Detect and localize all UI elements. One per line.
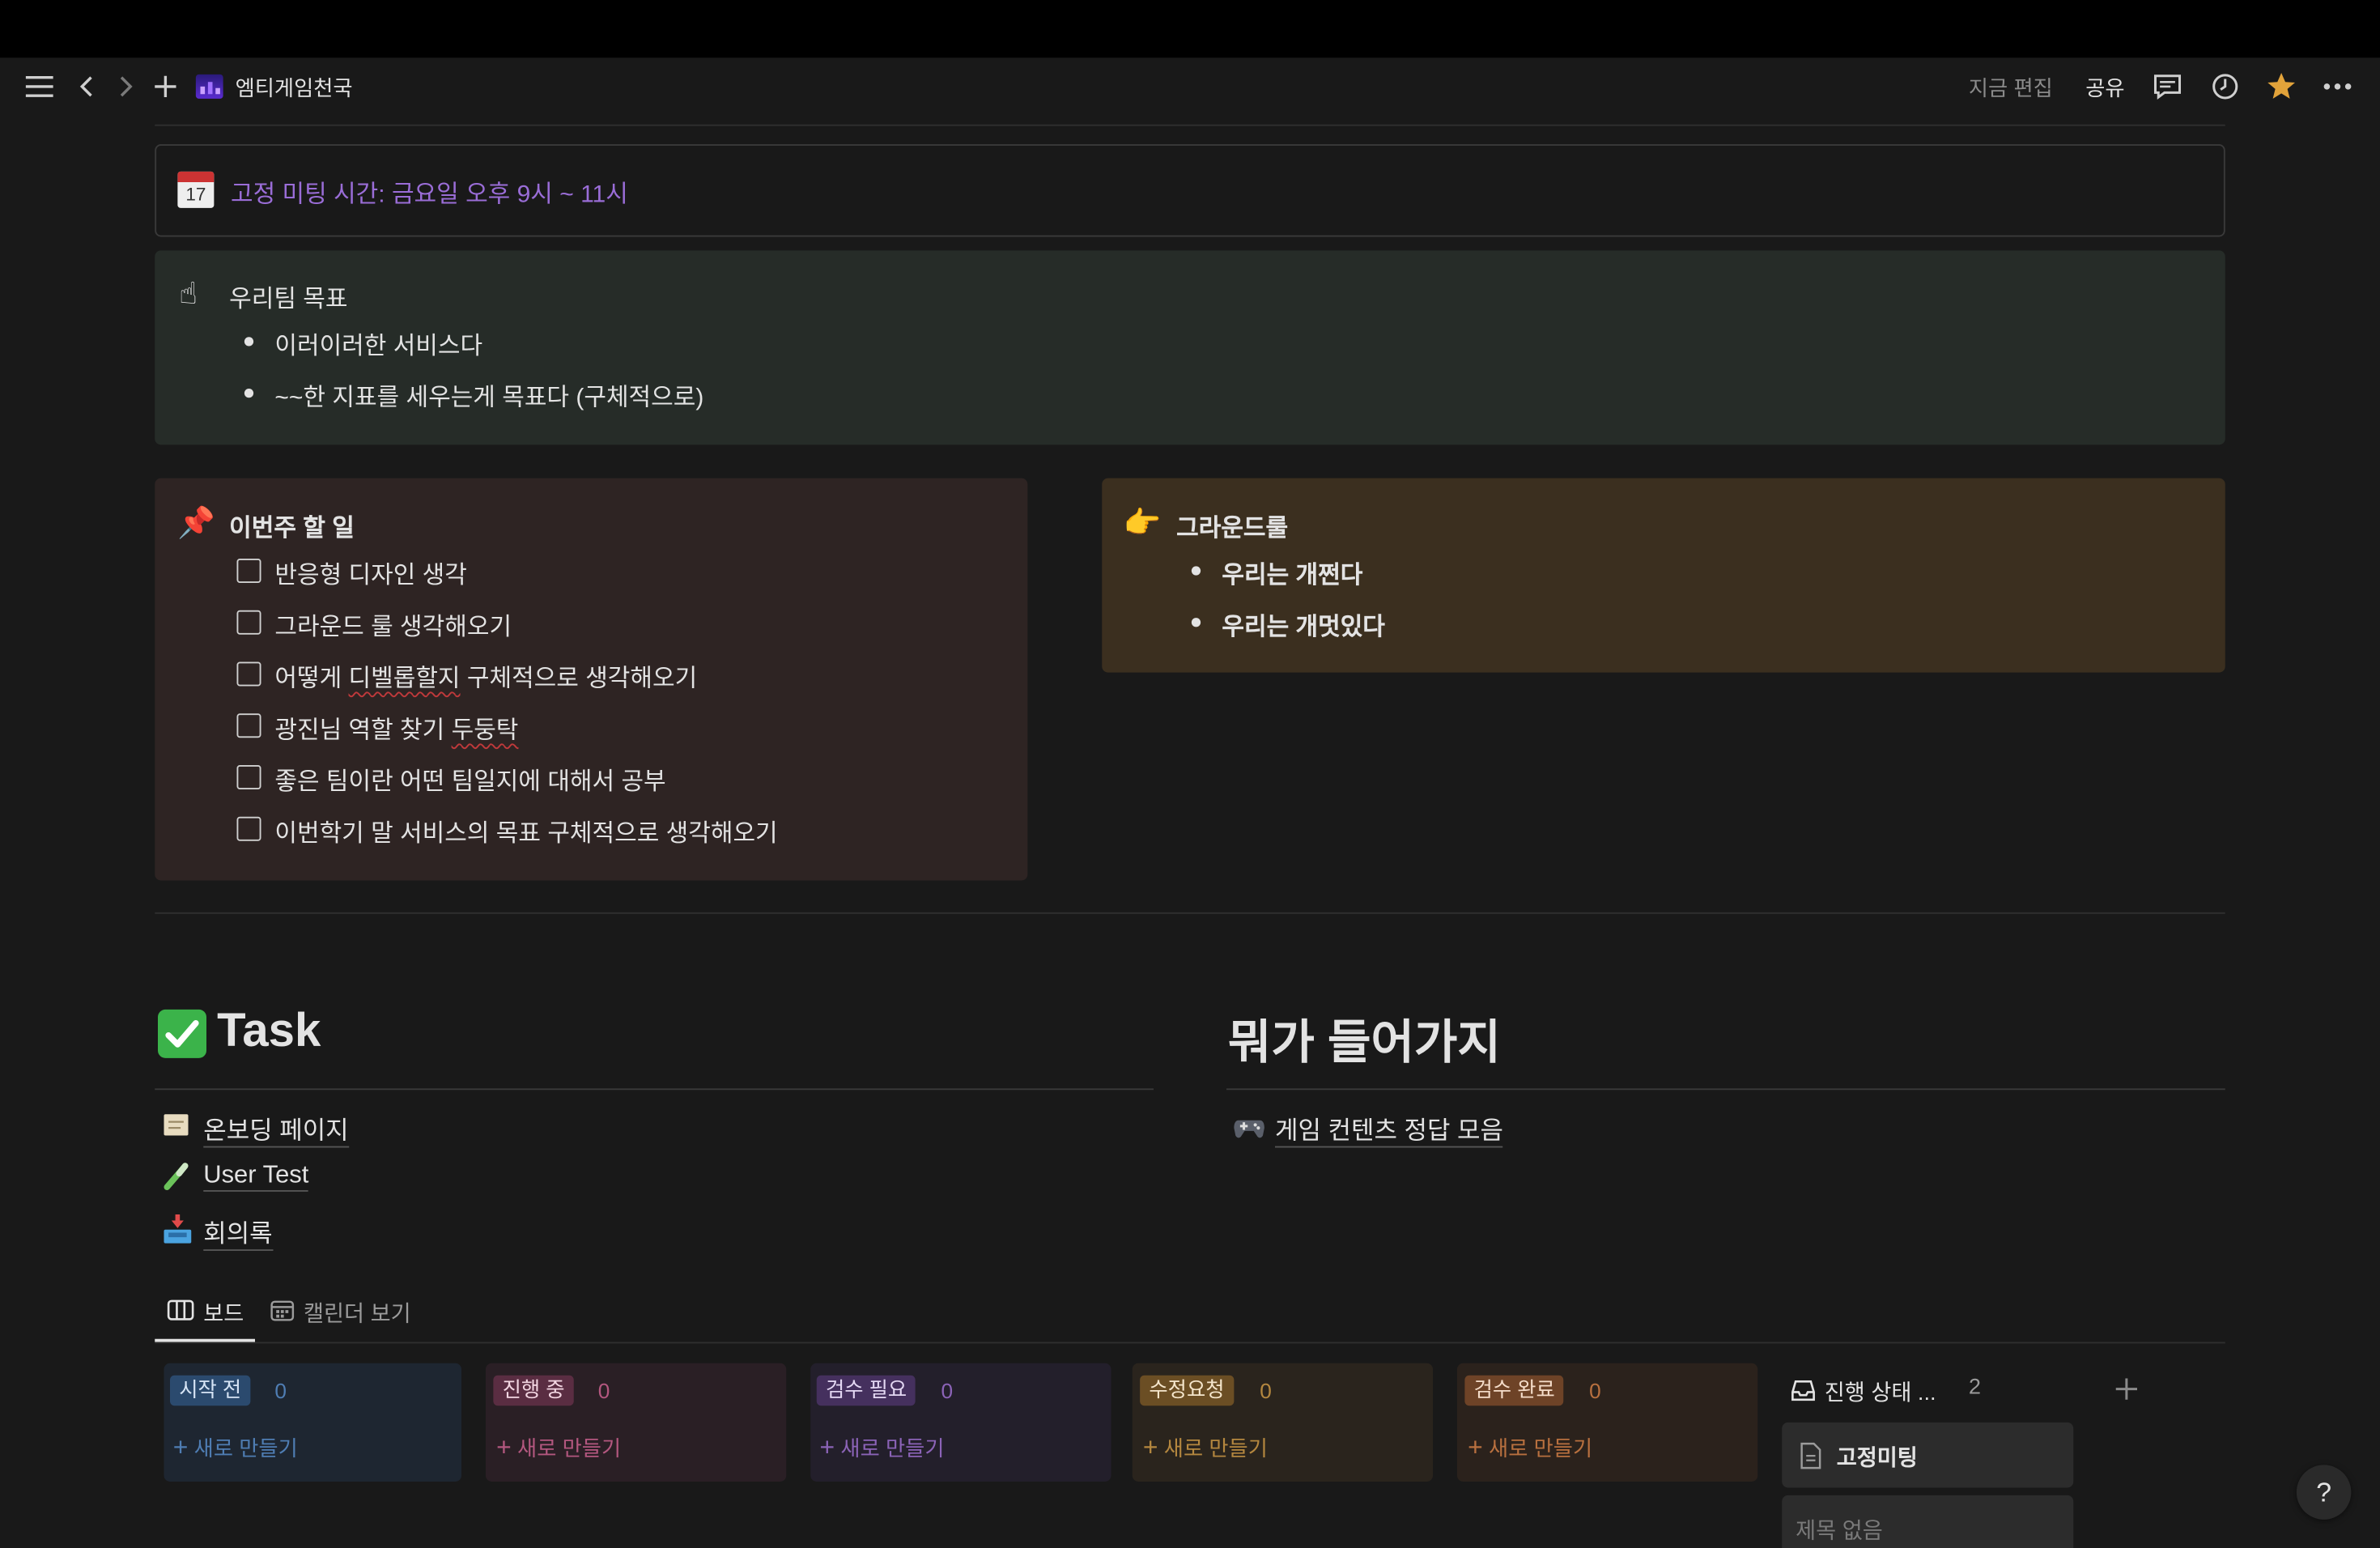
window-chrome: [0, 0, 2380, 58]
todo-item[interactable]: 광진님 역할 찾기 두둥탁: [274, 709, 518, 746]
ground-rule-item: 우리는 개멋있다: [1222, 615, 1385, 641]
add-group-icon[interactable]: [2110, 1372, 2143, 1406]
column-count: 0: [941, 1378, 954, 1403]
tabs-divider: [155, 1342, 2225, 1344]
card-title[interactable]: 고정미팅: [1837, 1440, 1918, 1472]
todo-item[interactable]: 반응형 디자인 생각: [274, 554, 466, 590]
inbox-icon: [1790, 1377, 1817, 1405]
clock-icon[interactable]: [2208, 57, 2242, 115]
more-icon[interactable]: [2319, 57, 2356, 115]
bullet-icon: [1191, 618, 1201, 627]
page-icon: [1799, 1442, 1823, 1469]
menu-icon[interactable]: [21, 57, 57, 115]
todo-checkbox[interactable]: [236, 765, 261, 789]
column-count: 0: [1260, 1378, 1272, 1403]
tab-board[interactable]: 보드: [203, 1296, 244, 1328]
pushpin-icon: 📌: [177, 504, 216, 541]
breadcrumb-title[interactable]: 엠티게임천국: [236, 73, 353, 104]
calendar-view-icon: [270, 1299, 295, 1322]
page-link-onboarding[interactable]: 온보딩 페이지: [203, 1110, 349, 1148]
notion-window: 엠티게임천국 지금 편집 공유 17 고정 미팅 시간: 금요일 오후 9시 ~…: [0, 0, 2380, 1548]
game-controller-icon: [1233, 1112, 1266, 1142]
hidden-group-label[interactable]: 진행 상태 ...: [1825, 1376, 1936, 1407]
weekly-todo-title: 이번주 할 일: [229, 516, 355, 542]
page-link-game-answers[interactable]: 게임 컨텐츠 정답 모음: [1275, 1110, 1503, 1148]
share-button[interactable]: 공유: [2085, 73, 2124, 104]
inbox-tray-icon: [161, 1213, 194, 1246]
ground-rules-title: 그라운드룰: [1176, 516, 1289, 542]
status-badge[interactable]: 진행 중: [493, 1375, 574, 1406]
card-title[interactable]: 제목 없음: [1796, 1513, 1883, 1545]
page-link-minutes[interactable]: 회의록: [203, 1213, 273, 1251]
new-card-button[interactable]: + 새로 만들기: [173, 1433, 298, 1464]
column-count: 0: [597, 1378, 610, 1403]
add-page-icon[interactable]: [151, 57, 181, 115]
status-badge[interactable]: 시작 전: [170, 1375, 251, 1406]
new-card-button[interactable]: + 새로 만들기: [820, 1433, 945, 1464]
bullet-icon: [244, 337, 254, 347]
status-badge[interactable]: 수정요청: [1140, 1375, 1234, 1406]
back-icon[interactable]: [73, 57, 100, 115]
forward-icon[interactable]: [113, 57, 140, 115]
new-card-button[interactable]: + 새로 만들기: [496, 1433, 621, 1464]
todo-checkbox[interactable]: [236, 661, 261, 687]
team-goal-title: 우리팀 목표: [229, 287, 348, 313]
todo-item[interactable]: 어떻게 디벨롭할지 구체적으로 생각해오기: [274, 657, 697, 694]
topbar-divider: [155, 124, 2225, 126]
goal-item: 이러이러한 서비스다: [274, 334, 483, 360]
todo-checkbox[interactable]: [236, 610, 261, 635]
calendar-icon: 17: [177, 171, 215, 208]
task-heading: Task: [217, 1003, 321, 1057]
page-link-user-test[interactable]: User Test: [203, 1161, 309, 1192]
test-tube-icon: [161, 1161, 192, 1192]
new-card-button[interactable]: + 새로 만들기: [1143, 1433, 1268, 1464]
comment-icon[interactable]: [2151, 57, 2184, 115]
board-card[interactable]: [1782, 1422, 2074, 1488]
pointing-up-icon: ☝: [179, 274, 198, 312]
bullet-icon: [244, 389, 254, 398]
task-heading-divider: [155, 1088, 1154, 1091]
todo-item[interactable]: 그라운드 룰 생각해오기: [274, 606, 512, 642]
other-heading-divider: [1226, 1088, 2225, 1091]
column-count: 0: [1589, 1378, 1601, 1403]
todo-item[interactable]: 좋은 팀이란 어떤 팀일지에 대해서 공부: [274, 760, 665, 797]
hidden-group-count: 2: [1968, 1375, 1982, 1400]
goal-item: ~~한 지표를 세우는게 목표다 (구체적으로): [274, 385, 704, 412]
edited-status: 지금 편집: [1968, 75, 2053, 100]
todo-checkbox[interactable]: [236, 816, 261, 841]
page-icon: [195, 74, 223, 99]
other-heading: 뭐가 들어가지: [1227, 1015, 1501, 1069]
todo-checkbox[interactable]: [236, 559, 261, 583]
status-badge[interactable]: 검수 완료: [1464, 1375, 1565, 1406]
scroll-icon: [161, 1110, 192, 1141]
help-button[interactable]: ?: [2296, 1465, 2352, 1520]
ground-rule-item: 우리는 개쩐다: [1222, 563, 1363, 589]
check-mark-icon: [158, 1009, 206, 1058]
status-badge[interactable]: 검수 필요: [816, 1375, 916, 1406]
meeting-time-text: 고정 미팅 시간: 금요일 오후 9시 ~ 11시: [231, 182, 628, 208]
tab-calendar[interactable]: 캘린더 보기: [304, 1296, 411, 1328]
todo-item[interactable]: 이번학기 말 서비스의 목표 구체적으로 생각해오기: [274, 812, 777, 848]
new-card-button[interactable]: + 새로 만들기: [1468, 1433, 1592, 1464]
section-divider: [155, 912, 2225, 914]
column-count: 0: [274, 1378, 287, 1403]
hand-pointing-icon: 👉: [1123, 504, 1162, 541]
todo-checkbox[interactable]: [236, 713, 261, 738]
star-icon[interactable]: [2265, 57, 2298, 115]
board-view-icon: [167, 1298, 194, 1322]
bullet-icon: [1191, 566, 1201, 576]
